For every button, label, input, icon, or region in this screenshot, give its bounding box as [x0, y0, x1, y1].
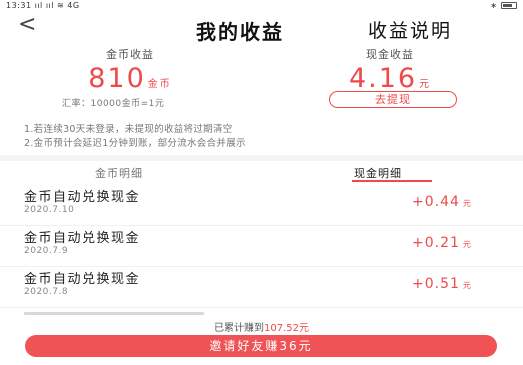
section-divider: [0, 155, 523, 161]
item-title: 金币自动兑换现金: [24, 231, 141, 246]
total-amount: 107.52元: [264, 323, 309, 334]
bluetooth-icon: ∗: [490, 1, 497, 10]
status-left: 13:31 ııl ııl ≋ 4G: [6, 1, 80, 10]
nav-bar: < 我的收益 收益说明: [0, 12, 523, 44]
detail-tabs: 金币明细 现金明细: [0, 162, 523, 184]
tab-cash-details[interactable]: 现金明细: [354, 165, 402, 181]
note-item: 1.若连续30天未登录，未提现的收益将过期清空: [24, 124, 233, 135]
status-right: ∗: [490, 1, 517, 10]
amount-value: +0.21: [412, 235, 460, 251]
item-title: 金币自动兑换现金: [24, 190, 141, 205]
coin-unit: 金币: [147, 79, 172, 90]
cash-earnings-label: 现金收益: [366, 48, 414, 61]
item-amount: +0.51 元: [412, 276, 472, 292]
invite-friends-button[interactable]: 邀请好友赚36元: [25, 335, 497, 357]
earnings-summary: 金币收益 810 金币 现金收益 4.16 元 汇率：10000金币=1元 去提现: [0, 46, 523, 114]
item-title: 金币自动兑换现金: [24, 272, 141, 287]
status-bar: 13:31 ııl ııl ≋ 4G ∗: [0, 0, 523, 12]
active-tab-indicator: [352, 180, 432, 182]
tab-coin-details[interactable]: 金币明细: [95, 165, 143, 181]
page-title: 我的收益: [196, 20, 284, 44]
list-item-partial: [24, 310, 204, 316]
amount-value: +0.51: [412, 276, 460, 292]
battery-icon: [501, 2, 517, 9]
signal-icon: ııl ııl ≋: [34, 1, 68, 10]
total-earned: 已累计赚到107.52元: [0, 319, 523, 334]
cash-value: 4.16: [348, 63, 418, 94]
network-type: 4G: [67, 1, 80, 10]
cash-unit: 元: [419, 79, 432, 90]
list-item[interactable]: 金币自动兑换现金 2020.7.10 +0.44 元: [0, 186, 523, 226]
amount-unit: 元: [462, 281, 472, 290]
back-button[interactable]: <: [18, 12, 36, 37]
list-item[interactable]: 金币自动兑换现金 2020.7.9 +0.21 元: [0, 227, 523, 267]
coin-earnings: 金币收益 810 金币: [30, 46, 230, 100]
item-date: 2020.7.10: [24, 205, 75, 215]
item-amount: +0.44 元: [412, 194, 472, 210]
item-date: 2020.7.8: [24, 287, 69, 297]
coin-earnings-label: 金币收益: [106, 48, 154, 61]
coin-value: 810: [88, 63, 146, 94]
amount-unit: 元: [462, 199, 472, 208]
amount-unit: 元: [462, 240, 472, 249]
notes: 1.若连续30天未登录，未提现的收益将过期清空 2.金币预计会延迟1分钟到账，部…: [24, 123, 246, 151]
battery-level: [503, 4, 512, 7]
chevron-left-icon: <: [18, 12, 37, 37]
total-prefix: 已累计赚到: [214, 323, 264, 334]
coin-earnings-value: 810 金币: [30, 64, 230, 100]
note-item: 2.金币预计会延迟1分钟到账，部分流水会合并展示: [24, 138, 246, 149]
list-item[interactable]: 金币自动兑换现金 2020.7.8 +0.51 元: [0, 268, 523, 308]
amount-value: +0.44: [412, 194, 460, 210]
status-time: 13:31: [6, 1, 32, 10]
earnings-explanation-link[interactable]: 收益说明: [368, 16, 452, 43]
item-date: 2020.7.9: [24, 246, 69, 256]
exchange-rate: 汇率：10000金币=1元: [62, 99, 165, 109]
withdraw-button[interactable]: 去提现: [329, 91, 457, 108]
item-amount: +0.21 元: [412, 235, 472, 251]
